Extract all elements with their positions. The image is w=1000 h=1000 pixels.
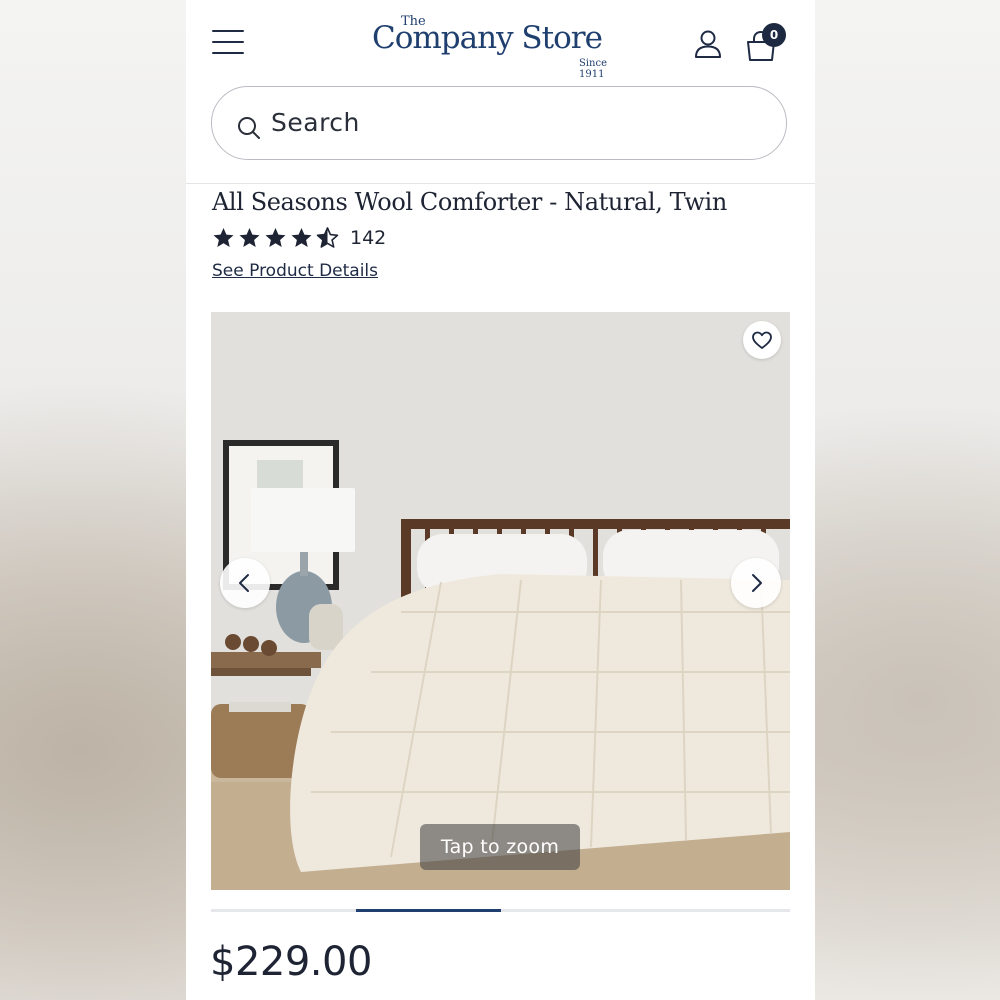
logo-since-text: Since 1911 <box>579 58 608 80</box>
see-product-details-link[interactable]: See Product Details <box>212 261 378 281</box>
hamburger-menu-icon[interactable] <box>212 30 244 56</box>
rating-stars <box>211 226 340 250</box>
header-divider <box>186 183 815 184</box>
gallery-progress-fill <box>356 909 501 912</box>
product-photo <box>211 312 790 890</box>
product-rating[interactable]: 142 <box>211 226 386 250</box>
review-count: 142 <box>350 227 387 249</box>
product-price: $229.00 <box>210 939 372 985</box>
cart-count-badge: 0 <box>762 23 786 47</box>
product-title: All Seasons Wool Comforter - Natural, Tw… <box>212 188 727 216</box>
star-full-icon <box>239 228 260 247</box>
search-icon <box>238 117 260 139</box>
gallery-progress-bar <box>211 909 790 912</box>
search-input[interactable]: Search <box>211 86 787 160</box>
logo-wordmark: Company Store <box>372 20 603 56</box>
site-header: The Company Store Since 1911 0 <box>186 0 815 86</box>
tap-to-zoom-hint[interactable]: Tap to zoom <box>420 824 580 870</box>
star-full-icon <box>265 228 286 247</box>
star-half-icon <box>316 227 339 248</box>
mobile-page: The Company Store Since 1911 0 Search Al… <box>186 0 815 1000</box>
chevron-left-icon[interactable] <box>220 558 270 608</box>
heart-icon[interactable] <box>743 321 781 359</box>
star-full-icon <box>291 228 312 247</box>
shopping-bag-icon[interactable]: 0 <box>744 23 788 64</box>
brand-logo[interactable]: The Company Store Since 1911 <box>372 14 632 80</box>
user-icon[interactable] <box>691 27 725 61</box>
chevron-right-icon[interactable] <box>731 558 781 608</box>
search-placeholder: Search <box>271 108 360 137</box>
star-full-icon <box>213 228 234 247</box>
product-image-gallery[interactable]: Tap to zoom <box>211 312 790 890</box>
